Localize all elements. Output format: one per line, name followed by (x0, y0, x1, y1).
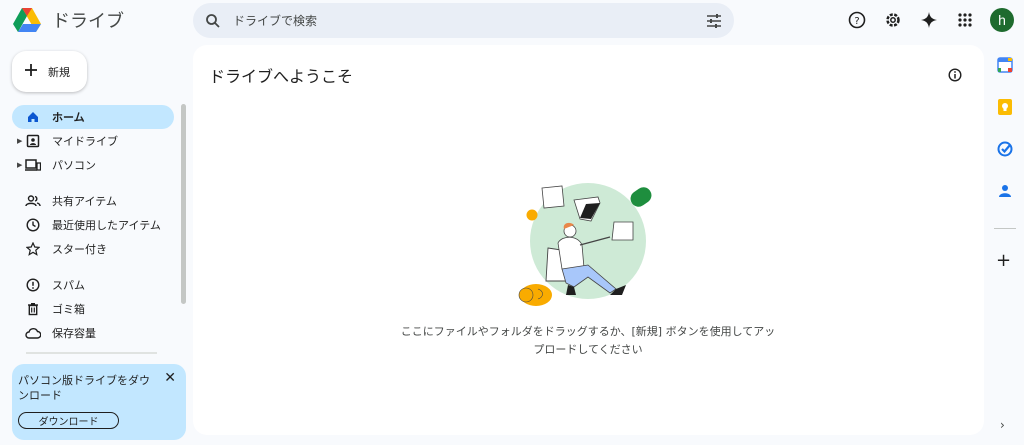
computer-icon (24, 156, 42, 174)
sidebar-item-home[interactable]: ホーム (12, 105, 174, 129)
sidebar-item-my-drive[interactable]: ▶ マイドライブ (12, 129, 174, 153)
star-icon (24, 240, 42, 258)
keep-icon[interactable] (996, 98, 1014, 116)
sidebar-item-label: マイドライブ (52, 135, 118, 148)
clock-icon (24, 216, 42, 234)
sidebar-item-label: スパム (52, 279, 85, 292)
spam-icon (24, 276, 42, 294)
expand-arrow-icon[interactable]: ▶ (17, 161, 22, 169)
sidebar-item-shared[interactable]: 共有アイテム (12, 189, 174, 213)
sidebar-scrollbar[interactable] (181, 104, 186, 304)
sidebar-item-recent[interactable]: 最近使用したアイテム (12, 213, 174, 237)
storage-divider (26, 352, 157, 354)
drive-logo-icon (13, 8, 41, 32)
people-icon (24, 192, 42, 210)
plus-icon (24, 63, 38, 80)
search-bar[interactable] (193, 3, 734, 38)
new-button-label: 新規 (48, 65, 70, 79)
sidebar-item-computers[interactable]: ▶ パソコン (12, 153, 174, 177)
home-icon (24, 108, 42, 126)
sidebar-item-label: パソコン (52, 159, 96, 172)
chevron-right-icon[interactable]: › (1000, 418, 1005, 432)
sidebar-item-label: スター付き (52, 243, 107, 256)
empty-state-line1: ここにファイルやフォルダをドラッグするか、[新規] ボタンを使用してアッ (400, 325, 776, 338)
page-title: ドライブへようこそ (209, 67, 354, 86)
search-icon[interactable] (193, 13, 233, 29)
search-options-icon[interactable] (694, 13, 734, 28)
new-button[interactable]: 新規 (12, 51, 87, 92)
app-title: ドライブ (52, 11, 124, 32)
promo-text: パソコン版ドライブをダウンロード (18, 374, 150, 402)
help-icon[interactable]: ? (846, 9, 868, 31)
main-panel: ドライブへようこそ ここにファイルやフォルダをドラッグするか、[新規] ボタンを… (193, 45, 984, 435)
sidebar-item-label: ホーム (52, 111, 85, 124)
sidebar-item-label: ゴミ箱 (52, 303, 85, 316)
download-promo: パソコン版ドライブをダウンロード ✕ ダウンロード (12, 364, 186, 440)
empty-state-text: ここにファイルやフォルダをドラッグするか、[新規] ボタンを使用してアッ プロー… (373, 323, 803, 359)
empty-state-illustration (518, 183, 652, 306)
cloud-icon (24, 324, 42, 342)
contacts-icon[interactable] (996, 182, 1014, 200)
sidebar-nav: ホーム ▶ マイドライブ ▶ パソコン 共有アイテム 最近使用したアイテム スタ… (12, 105, 174, 345)
avatar[interactable]: h (990, 8, 1014, 32)
sidebar-item-spam[interactable]: スパム (12, 273, 174, 297)
side-panel-rail (994, 56, 1016, 224)
trash-icon (24, 300, 42, 318)
info-icon[interactable] (948, 67, 962, 86)
sidebar-item-starred[interactable]: スター付き (12, 237, 174, 261)
drive-logo[interactable]: ドライブ (12, 6, 124, 34)
my-drive-icon (24, 132, 42, 150)
sidebar-item-label: 共有アイテム (52, 195, 117, 208)
settings-icon[interactable] (882, 9, 904, 31)
sidebar-item-label: 最近使用したアイテム (52, 219, 161, 232)
expand-arrow-icon[interactable]: ▶ (17, 137, 22, 145)
svg-text:?: ? (854, 16, 859, 27)
gemini-icon[interactable] (918, 9, 940, 31)
close-icon[interactable]: ✕ (164, 370, 176, 386)
calendar-icon[interactable] (996, 56, 1014, 74)
add-addon-icon[interactable]: + (996, 250, 1011, 271)
empty-state-line2: プロードしてください (533, 343, 643, 356)
sidebar-item-label: 保存容量 (52, 327, 96, 340)
sidebar-item-trash[interactable]: ゴミ箱 (12, 297, 174, 321)
download-button[interactable]: ダウンロード (18, 412, 119, 429)
rail-divider (994, 228, 1016, 229)
apps-icon[interactable] (954, 9, 976, 31)
search-input[interactable] (233, 13, 694, 28)
sidebar-item-storage[interactable]: 保存容量 (12, 321, 174, 345)
tasks-icon[interactable] (996, 140, 1014, 158)
